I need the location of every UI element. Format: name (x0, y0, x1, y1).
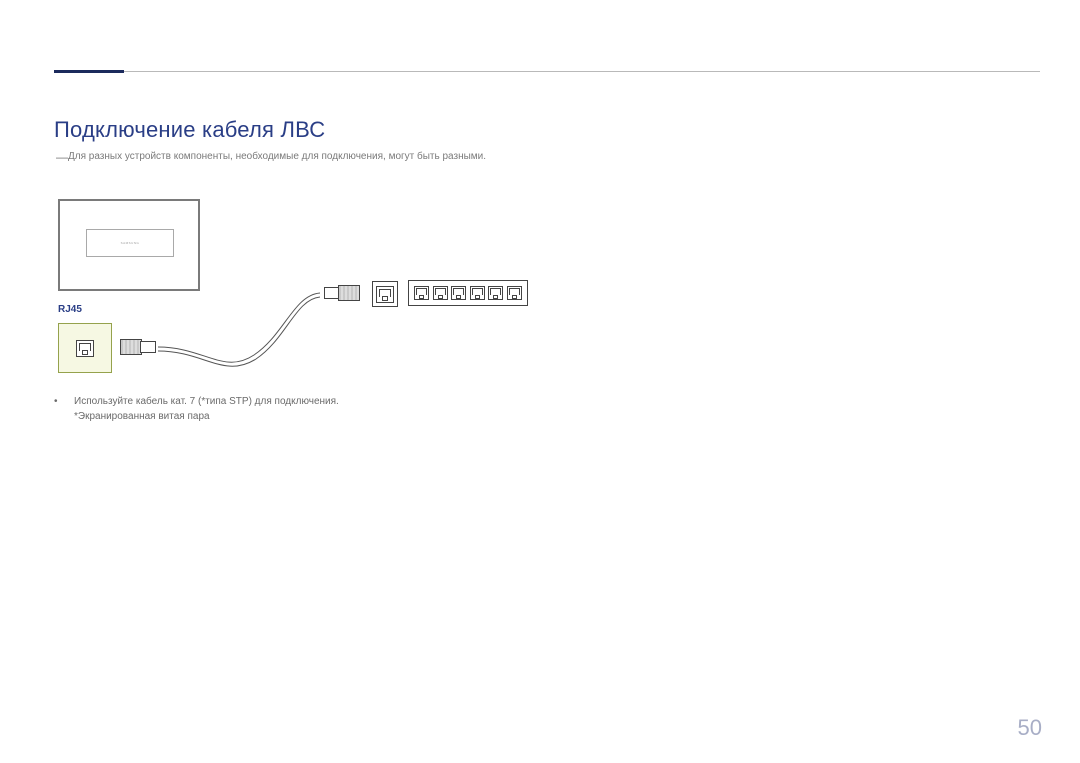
intro-note-text: Для разных устройств компоненты, необход… (68, 151, 486, 162)
ethernet-jack-icon (76, 340, 94, 357)
connection-diagram: SAMSUNG RJ45 (54, 195, 554, 395)
cable-plug-body-icon (338, 285, 360, 301)
wall-ethernet-jack (372, 281, 398, 307)
network-switch (408, 280, 528, 306)
device-monitor: SAMSUNG (58, 199, 200, 291)
rj45-port-highlight (58, 323, 112, 373)
intro-note: ― Для разных устройств компоненты, необх… (68, 150, 588, 165)
ethernet-jack-icon (376, 286, 394, 303)
note-dash-icon: ― (56, 149, 68, 166)
cable-plug-body-icon (120, 339, 142, 355)
header-accent-bar (54, 70, 124, 73)
device-brand-label: SAMSUNG (121, 241, 140, 245)
section-heading: Подключение кабеля ЛВС (54, 117, 325, 143)
device-monitor-screen: SAMSUNG (86, 229, 174, 257)
cable-plug-tip-icon (140, 341, 156, 353)
cable-spec-line1: Используйте кабель кат. 7 (*типа STP) дл… (74, 395, 574, 410)
ethernet-jack-icon (433, 286, 448, 300)
ethernet-jack-icon (451, 286, 466, 300)
cable-spec-note: • Используйте кабель кат. 7 (*типа STP) … (54, 395, 574, 424)
header-divider-line (124, 71, 1040, 72)
rj45-port-label: RJ45 (58, 304, 82, 315)
ethernet-jack-icon (488, 286, 503, 300)
ethernet-jack-icon (507, 286, 522, 300)
cable-spec-line2: *Экранированная витая пара (74, 410, 574, 425)
cable-plug-left (120, 337, 158, 357)
ethernet-jack-icon (414, 286, 429, 300)
bullet-dot-icon: • (54, 395, 58, 410)
cable-plug-right (320, 283, 358, 303)
page-number: 50 (1018, 715, 1042, 741)
ethernet-jack-icon (470, 286, 485, 300)
